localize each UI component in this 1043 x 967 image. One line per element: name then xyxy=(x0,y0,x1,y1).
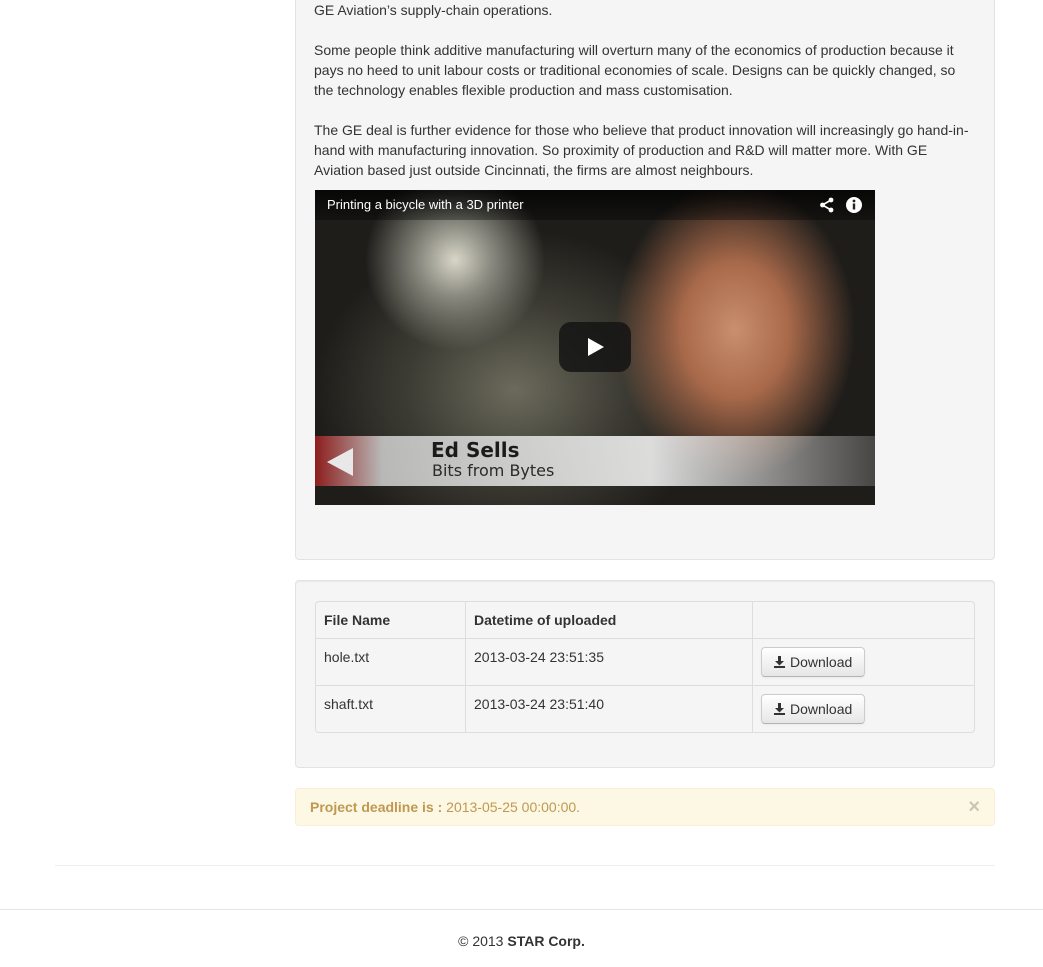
column-header-datetime: Datetime of uploaded xyxy=(465,602,752,638)
article-paragraph: Some people think additive manufacturing… xyxy=(314,42,956,98)
download-button-label: Download xyxy=(790,654,853,670)
page: GE Aviation’s supply-chain operations. S… xyxy=(0,0,1043,967)
download-button[interactable]: Download xyxy=(761,694,866,724)
brand-name: STAR Corp. xyxy=(507,933,585,949)
lower-third-arrow xyxy=(327,448,353,476)
file-name-cell: hole.txt xyxy=(316,638,465,685)
deadline-label: Project deadline is : xyxy=(310,799,443,815)
lower-third-name: Ed Sells xyxy=(431,438,520,462)
download-icon xyxy=(774,703,785,715)
files-table: File Name Datetime of uploaded hole.txt … xyxy=(315,601,975,733)
deadline-alert: Project deadline is : 2013-05-25 00:00:0… xyxy=(295,788,995,826)
download-icon xyxy=(774,656,785,668)
table-row: shaft.txt 2013-03-24 23:51:40 Download xyxy=(316,685,974,732)
footer-divider xyxy=(0,909,1043,910)
file-datetime-cell: 2013-03-24 23:51:40 xyxy=(465,685,752,732)
file-action-cell: Download xyxy=(752,685,974,732)
divider xyxy=(55,865,995,866)
play-icon xyxy=(588,338,604,356)
video-lower-third: Ed Sells Bits from Bytes xyxy=(315,436,875,486)
article-body: GE Aviation’s supply-chain operations. S… xyxy=(314,0,974,200)
info-icon[interactable] xyxy=(845,196,863,214)
download-button-label: Download xyxy=(790,701,853,717)
table-row: hole.txt 2013-03-24 23:51:35 Download xyxy=(316,638,974,685)
file-name-cell: shaft.txt xyxy=(316,685,465,732)
video-title[interactable]: Printing a bicycle with a 3D printer xyxy=(327,195,524,215)
column-header-actions xyxy=(752,602,974,638)
column-header-file-name: File Name xyxy=(324,612,391,628)
article-paragraph: The GE deal is further evidence for thos… xyxy=(314,122,969,178)
file-datetime-cell: 2013-03-24 23:51:35 xyxy=(465,638,752,685)
play-button[interactable] xyxy=(559,322,631,372)
table-header-row: File Name Datetime of uploaded xyxy=(316,602,974,638)
lower-third-subtitle: Bits from Bytes xyxy=(432,461,555,480)
close-icon[interactable]: × xyxy=(968,797,980,817)
article-paragraph: GE Aviation’s supply-chain operations. xyxy=(314,2,553,18)
video-player[interactable]: Printing a bicycle with a 3D printer Ed … xyxy=(315,190,875,505)
download-button[interactable]: Download xyxy=(761,647,866,677)
deadline-value: 2013-05-25 00:00:00. xyxy=(442,799,581,815)
share-icon[interactable] xyxy=(818,196,836,214)
footer: © 2013 STAR Corp. xyxy=(0,931,1043,951)
video-title-bar: Printing a bicycle with a 3D printer xyxy=(315,190,875,220)
files-panel: File Name Datetime of uploaded hole.txt … xyxy=(295,580,995,768)
copyright-text: © 2013 xyxy=(458,933,508,949)
file-action-cell: Download xyxy=(752,638,974,685)
